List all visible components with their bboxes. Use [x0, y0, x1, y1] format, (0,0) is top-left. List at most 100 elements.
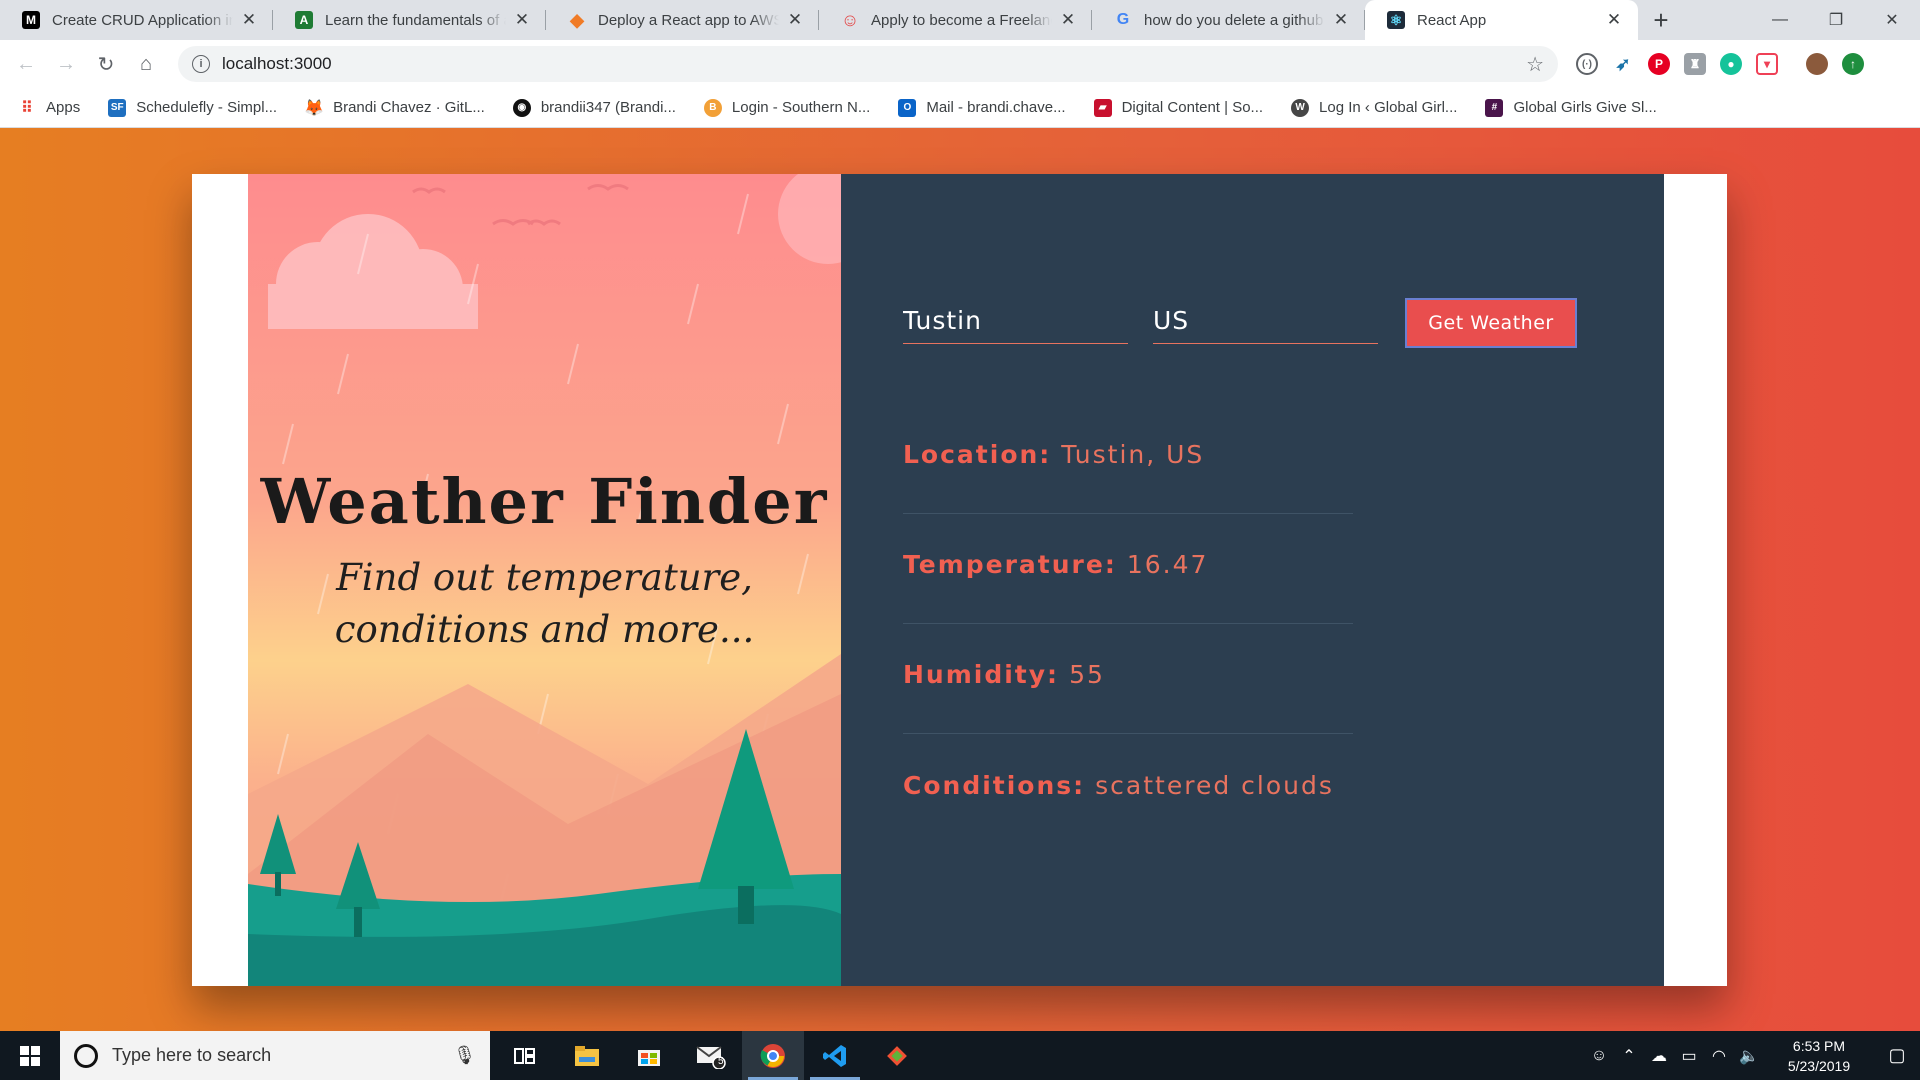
- get-weather-button[interactable]: Get Weather: [1405, 298, 1577, 348]
- puzzle-extension-icon[interactable]: ♜: [1684, 53, 1706, 75]
- people-icon[interactable]: ☺: [1584, 1047, 1614, 1065]
- close-tab-icon[interactable]: ✕: [1604, 10, 1624, 30]
- temperature-label: Temperature:: [903, 550, 1117, 579]
- close-tab-icon[interactable]: ✕: [785, 10, 805, 30]
- taskbar-search-placeholder: Type here to search: [112, 1045, 272, 1065]
- close-tab-icon[interactable]: ✕: [239, 10, 259, 30]
- browser-tab[interactable]: ☺ Apply to become a Freelance ✕: [819, 0, 1092, 40]
- taskbar-search[interactable]: Type here to search 🎙: [60, 1031, 490, 1080]
- close-window-icon[interactable]: ✕: [1864, 0, 1920, 40]
- store-icon[interactable]: [618, 1031, 680, 1080]
- reload-icon[interactable]: ↻: [86, 44, 126, 84]
- battery-icon[interactable]: ▭: [1674, 1046, 1704, 1066]
- title-container: Weather Finder Find out temperature, con…: [248, 174, 841, 986]
- temperature-row: Temperature: 16.47: [903, 514, 1353, 624]
- weather-results: Location: Tustin, US Temperature: 16.47 …: [903, 404, 1353, 844]
- browser-tab-active[interactable]: ⚛ React App ✕: [1365, 0, 1638, 40]
- title-panel: Weather Finder Find out temperature, con…: [248, 174, 841, 986]
- browser-tab[interactable]: G how do you delete a github r ✕: [1092, 0, 1365, 40]
- browser-tab[interactable]: M Create CRUD Application in E ✕: [0, 0, 273, 40]
- temperature-value: 16.47: [1126, 550, 1209, 579]
- city-input[interactable]: [903, 298, 1128, 344]
- bookmark-item[interactable]: 🦊 Brandi Chavez · GitL...: [304, 99, 485, 117]
- bookmark-item[interactable]: ◉ brandii347 (Brandi...: [512, 98, 676, 117]
- minimize-icon[interactable]: —: [1752, 0, 1808, 40]
- onedrive-icon[interactable]: ☁: [1644, 1046, 1674, 1066]
- tab-title: Create CRUD Application in E: [52, 11, 233, 29]
- window-controls: — ❐ ✕: [1752, 0, 1920, 40]
- task-view-icon[interactable]: [494, 1031, 556, 1080]
- taskbar-clock[interactable]: 6:53 PM 5/23/2019: [1776, 1036, 1862, 1076]
- address-bar[interactable]: i localhost:3000 ☆: [178, 46, 1558, 82]
- country-input[interactable]: [1153, 298, 1378, 344]
- bookmark-item[interactable]: O Mail - brandi.chave...: [898, 98, 1066, 117]
- cursor-extension-icon[interactable]: ➶: [1612, 53, 1634, 75]
- pinterest-icon[interactable]: P: [1648, 53, 1670, 75]
- github-icon: ◉: [512, 98, 531, 117]
- grammarly-icon[interactable]: ●: [1720, 53, 1742, 75]
- restore-icon[interactable]: ❐: [1808, 0, 1864, 40]
- close-tab-icon[interactable]: ✕: [1058, 10, 1078, 30]
- bookmark-star-icon[interactable]: ☆: [1526, 52, 1544, 77]
- bookmark-item[interactable]: SF Schedulefly - Simpl...: [108, 98, 277, 117]
- browser-tab[interactable]: ◆ Deploy a React app to AWS w ✕: [546, 0, 819, 40]
- chrome-icon[interactable]: [742, 1031, 804, 1080]
- extension-icon[interactable]: (·): [1576, 53, 1598, 75]
- close-tab-icon[interactable]: ✕: [1331, 10, 1351, 30]
- schedulefly-icon: SF: [108, 98, 127, 117]
- wifi-icon[interactable]: ◠: [1704, 1046, 1734, 1066]
- conditions-label: Conditions:: [903, 770, 1086, 800]
- bookmark-item[interactable]: B Login - Southern N...: [703, 98, 870, 117]
- notifications-icon[interactable]: ▢: [1874, 1045, 1920, 1066]
- clock-date: 5/23/2019: [1787, 1057, 1851, 1074]
- bookmark-item[interactable]: # Global Girls Give Sl...: [1485, 98, 1657, 117]
- volume-icon[interactable]: 🔈: [1734, 1046, 1764, 1066]
- browser-toolbar: ← → ↻ ⌂ i localhost:3000 ☆ (·) ➶ P ♜ ● ▾…: [0, 40, 1920, 88]
- weather-form: Get Weather: [903, 298, 1577, 348]
- microphone-icon[interactable]: 🎙: [453, 1045, 476, 1066]
- bookmark-apps[interactable]: ⠿ Apps: [18, 99, 80, 117]
- site-info-icon[interactable]: i: [192, 55, 210, 73]
- weather-card: Weather Finder Find out temperature, con…: [192, 174, 1727, 986]
- browser-tab[interactable]: A Learn the fundamentals of a ✕: [273, 0, 546, 40]
- conditions-value: scattered clouds: [1095, 770, 1334, 800]
- tab-title: how do you delete a github r: [1144, 11, 1325, 29]
- bookmarks-bar: ⠿ Apps SF Schedulefly - Simpl... 🦊 Brand…: [0, 88, 1920, 128]
- bookmark-item[interactable]: ▰ Digital Content | So...: [1093, 98, 1263, 117]
- conditions-row: Conditions: scattered clouds: [903, 734, 1353, 844]
- app-title: Weather Finder: [260, 464, 829, 538]
- windows-start-icon[interactable]: [0, 1031, 60, 1080]
- app-subtitle: Find out temperature, conditions and mor…: [334, 555, 755, 651]
- location-label: Location:: [903, 440, 1052, 469]
- new-tab-button[interactable]: +: [1638, 0, 1684, 40]
- course-site-icon: A: [295, 11, 313, 29]
- mail-icon[interactable]: 5: [680, 1031, 742, 1080]
- update-arrow-icon[interactable]: ↑: [1842, 53, 1864, 75]
- vscode-icon[interactable]: [804, 1031, 866, 1080]
- tab-title: Deploy a React app to AWS w: [598, 11, 779, 29]
- google-icon: G: [1116, 11, 1130, 28]
- back-arrow-icon[interactable]: ←: [6, 44, 46, 84]
- chevron-up-icon[interactable]: ⌃: [1614, 1046, 1644, 1066]
- address-url[interactable]: localhost:3000: [222, 54, 1526, 74]
- pocket-icon[interactable]: ▾: [1756, 53, 1778, 75]
- southern-login-icon: B: [703, 98, 722, 117]
- gitlab-icon: 🦊: [304, 99, 325, 117]
- browser-tab-strip: M Create CRUD Application in E ✕ A Learn…: [0, 0, 1920, 40]
- outlook-icon: O: [898, 98, 917, 117]
- tab-title: Apply to become a Freelance: [871, 11, 1052, 29]
- page-viewport: Weather Finder Find out temperature, con…: [0, 128, 1920, 1031]
- git-client-icon[interactable]: [866, 1031, 928, 1080]
- home-icon[interactable]: ⌂: [126, 44, 166, 84]
- aws-box-icon: ◆: [570, 9, 584, 30]
- close-tab-icon[interactable]: ✕: [512, 10, 532, 30]
- system-tray: ☺ ⌃ ☁ ▭ ◠ 🔈 6:53 PM 5/23/2019 ▢: [1584, 1031, 1920, 1080]
- form-panel: Get Weather Location: Tustin, US Tempera…: [841, 174, 1664, 986]
- wordpress-icon: W: [1291, 98, 1310, 117]
- clock-time: 6:53 PM: [1792, 1037, 1846, 1054]
- file-explorer-icon[interactable]: [556, 1031, 618, 1080]
- forward-arrow-icon[interactable]: →: [46, 44, 86, 84]
- cortana-icon: [74, 1043, 98, 1068]
- bookmark-item[interactable]: W Log In ‹ Global Girl...: [1291, 98, 1457, 117]
- profile-avatar[interactable]: [1806, 53, 1828, 75]
